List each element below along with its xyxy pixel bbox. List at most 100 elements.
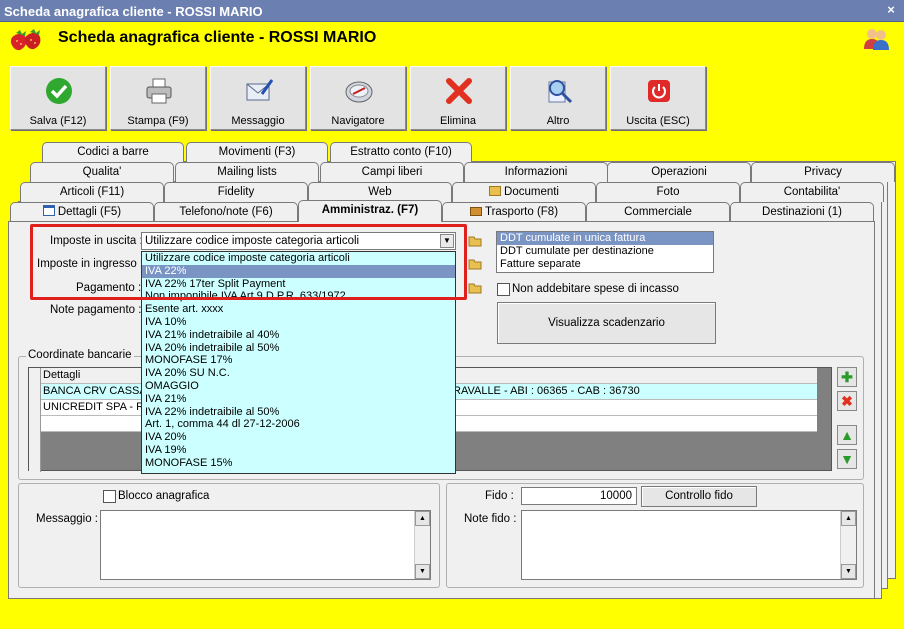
scroll-up-icon[interactable]: ▲ xyxy=(415,511,430,526)
tab-trasporto-label: Trasporto (F8) xyxy=(484,206,559,218)
check-icon xyxy=(46,78,72,104)
tab-codici-barre[interactable]: Codici a barre xyxy=(42,142,184,162)
page-title: Scheda anagrafica cliente - ROSSI MARIO xyxy=(58,29,377,46)
tab-informazioni[interactable]: Informazioni xyxy=(464,162,608,182)
truck-icon xyxy=(469,207,482,216)
magnifier-icon xyxy=(548,80,573,104)
delete-label: Elimina xyxy=(439,115,477,127)
bank-name: BANCA CRV CASSA R xyxy=(43,385,158,397)
exit-button[interactable]: Uscita (ESC) xyxy=(610,66,706,130)
message-button[interactable]: Messaggio xyxy=(210,66,306,130)
ddt-option[interactable]: DDT cumulate in unica fattura xyxy=(497,232,713,245)
scrollbar[interactable]: ▲ ▼ xyxy=(840,511,856,579)
dropdown-option[interactable]: MONOFASE 15% xyxy=(142,457,455,470)
visualizza-scadenzario-button[interactable]: Visualizza scadenzario xyxy=(497,302,716,344)
dropdown-option[interactable]: IVA 22% indetraibile al 50% xyxy=(142,406,455,419)
non-addebitare-label: Non addebitare spese di incasso xyxy=(512,283,679,295)
tab-destinazioni[interactable]: Destinazioni (1) xyxy=(730,202,874,222)
remove-icon[interactable]: ✖ xyxy=(837,391,857,411)
message-label: Messaggio xyxy=(231,115,285,127)
dropdown-option[interactable]: Esente art. xxxx xyxy=(142,303,455,316)
dropdown-option[interactable]: Art. 1, comma 44 dl 27-12-2006 xyxy=(142,418,455,431)
tab-documenti[interactable]: Documenti xyxy=(452,182,596,202)
tab-documenti-label: Documenti xyxy=(504,186,559,198)
tab-qualita[interactable]: Qualita' xyxy=(30,162,174,182)
ddt-option[interactable]: DDT cumulate per destinazione xyxy=(497,245,713,258)
strawberry-icon xyxy=(10,29,41,51)
power-icon xyxy=(648,80,670,102)
delete-button[interactable]: Elimina xyxy=(410,66,506,130)
dropdown-option[interactable]: IVA 10% xyxy=(142,316,455,329)
tab-fidelity[interactable]: Fidelity xyxy=(164,182,308,202)
tab-trasporto[interactable]: Trasporto (F8) xyxy=(442,202,586,222)
compass-icon xyxy=(345,81,373,103)
note-pagamento-label: Note pagamento : xyxy=(50,304,142,316)
folder-icon[interactable] xyxy=(468,281,482,295)
fido-input[interactable]: 10000 xyxy=(521,487,637,505)
save-label: Salva (F12) xyxy=(29,115,87,127)
print-button[interactable]: Stampa (F9) xyxy=(110,66,206,130)
folder-icon[interactable] xyxy=(468,257,482,271)
tab-foto[interactable]: Foto xyxy=(596,182,740,202)
controllo-fido-button[interactable]: Controllo fido xyxy=(641,486,757,507)
printer-icon xyxy=(146,78,172,104)
tab-web[interactable]: Web xyxy=(308,182,452,202)
tab-campi-liberi[interactable]: Campi liberi xyxy=(320,162,464,182)
delete-x-icon xyxy=(446,78,472,104)
tab-contabilita[interactable]: Contabilita' xyxy=(740,182,884,202)
dropdown-option[interactable]: IVA 21% xyxy=(142,393,455,406)
save-button[interactable]: Salva (F12) xyxy=(10,66,106,130)
tab-movimenti[interactable]: Movimenti (F3) xyxy=(186,142,328,162)
navigator-label: Navigatore xyxy=(331,115,385,127)
row-selector xyxy=(29,368,41,472)
ddt-listbox[interactable]: DDT cumulate in unica fattura DDT cumula… xyxy=(496,231,714,273)
tab-amministrazione[interactable]: Amministraz. (F7) xyxy=(298,200,442,222)
arrow-down-icon[interactable]: ▼ xyxy=(837,449,857,469)
scroll-up-icon[interactable]: ▲ xyxy=(841,511,856,526)
dropdown-option[interactable]: IVA 20% indetraibile al 50% xyxy=(142,342,455,355)
more-button[interactable]: Altro xyxy=(510,66,606,130)
tab-telefono-note[interactable]: Telefono/note (F6) xyxy=(154,202,298,222)
scroll-down-icon[interactable]: ▼ xyxy=(841,564,856,579)
note-fido-label: Note fido : xyxy=(464,513,517,525)
mail-icon xyxy=(246,79,274,101)
tab-privacy[interactable]: Privacy xyxy=(751,162,895,182)
coordinate-group-label: Coordinate bancarie xyxy=(26,349,134,361)
navigator-button[interactable]: Navigatore xyxy=(310,66,406,130)
exit-label: Uscita (ESC) xyxy=(626,115,690,127)
dropdown-option[interactable]: IVA 21% indetraibile al 40% xyxy=(142,329,455,342)
blocco-anagrafica-label: Blocco anagrafica xyxy=(118,490,210,502)
tab-operazioni[interactable]: Operazioni xyxy=(607,162,751,182)
ddt-option[interactable]: Fatture separate xyxy=(497,258,713,271)
tab-dettagli[interactable]: Dettagli (F5) xyxy=(10,202,154,222)
dropdown-option[interactable]: MONOFASE 17% xyxy=(142,354,455,367)
note-fido-textarea[interactable]: ▲ ▼ xyxy=(521,510,857,580)
dropdown-option[interactable]: IVA 20% SU N.C. xyxy=(142,367,455,380)
scroll-down-icon[interactable]: ▼ xyxy=(415,564,430,579)
tab-commerciale[interactable]: Commerciale xyxy=(586,202,730,222)
tab-mailing-lists[interactable]: Mailing lists xyxy=(175,162,319,182)
highlight-box xyxy=(30,224,467,300)
tab-estratto-conto[interactable]: Estratto conto (F10) xyxy=(330,142,472,162)
print-label: Stampa (F9) xyxy=(127,115,189,127)
dropdown-option[interactable]: OMAGGIO xyxy=(142,380,455,393)
more-label: Altro xyxy=(546,115,570,127)
tab-articoli[interactable]: Articoli (F11) xyxy=(20,182,164,202)
blocco-anagrafica-checkbox[interactable] xyxy=(103,490,116,503)
bank-name: UNICREDIT SPA - RI xyxy=(43,401,148,413)
users-icon[interactable] xyxy=(862,27,890,51)
folder-icon xyxy=(489,186,502,196)
arrow-up-icon[interactable]: ▲ xyxy=(837,425,857,445)
dropdown-option[interactable]: IVA 19% xyxy=(142,444,455,457)
scrollbar[interactable]: ▲ ▼ xyxy=(414,511,430,579)
messaggio-textarea[interactable]: ▲ ▼ xyxy=(100,510,431,580)
folder-icon[interactable] xyxy=(468,234,482,248)
non-addebitare-checkbox[interactable] xyxy=(497,283,510,296)
close-button[interactable]: × xyxy=(884,3,898,17)
bank-details: RAVALLE - ABI : 06365 - CAB : 36730 xyxy=(453,385,640,397)
add-icon[interactable]: ✚ xyxy=(837,367,857,387)
dropdown-option[interactable]: IVA 20% xyxy=(142,431,455,444)
fido-label: Fido : xyxy=(485,490,514,502)
tab-dettagli-label: Dettagli (F5) xyxy=(57,206,122,218)
messaggio-label: Messaggio : xyxy=(36,513,99,525)
